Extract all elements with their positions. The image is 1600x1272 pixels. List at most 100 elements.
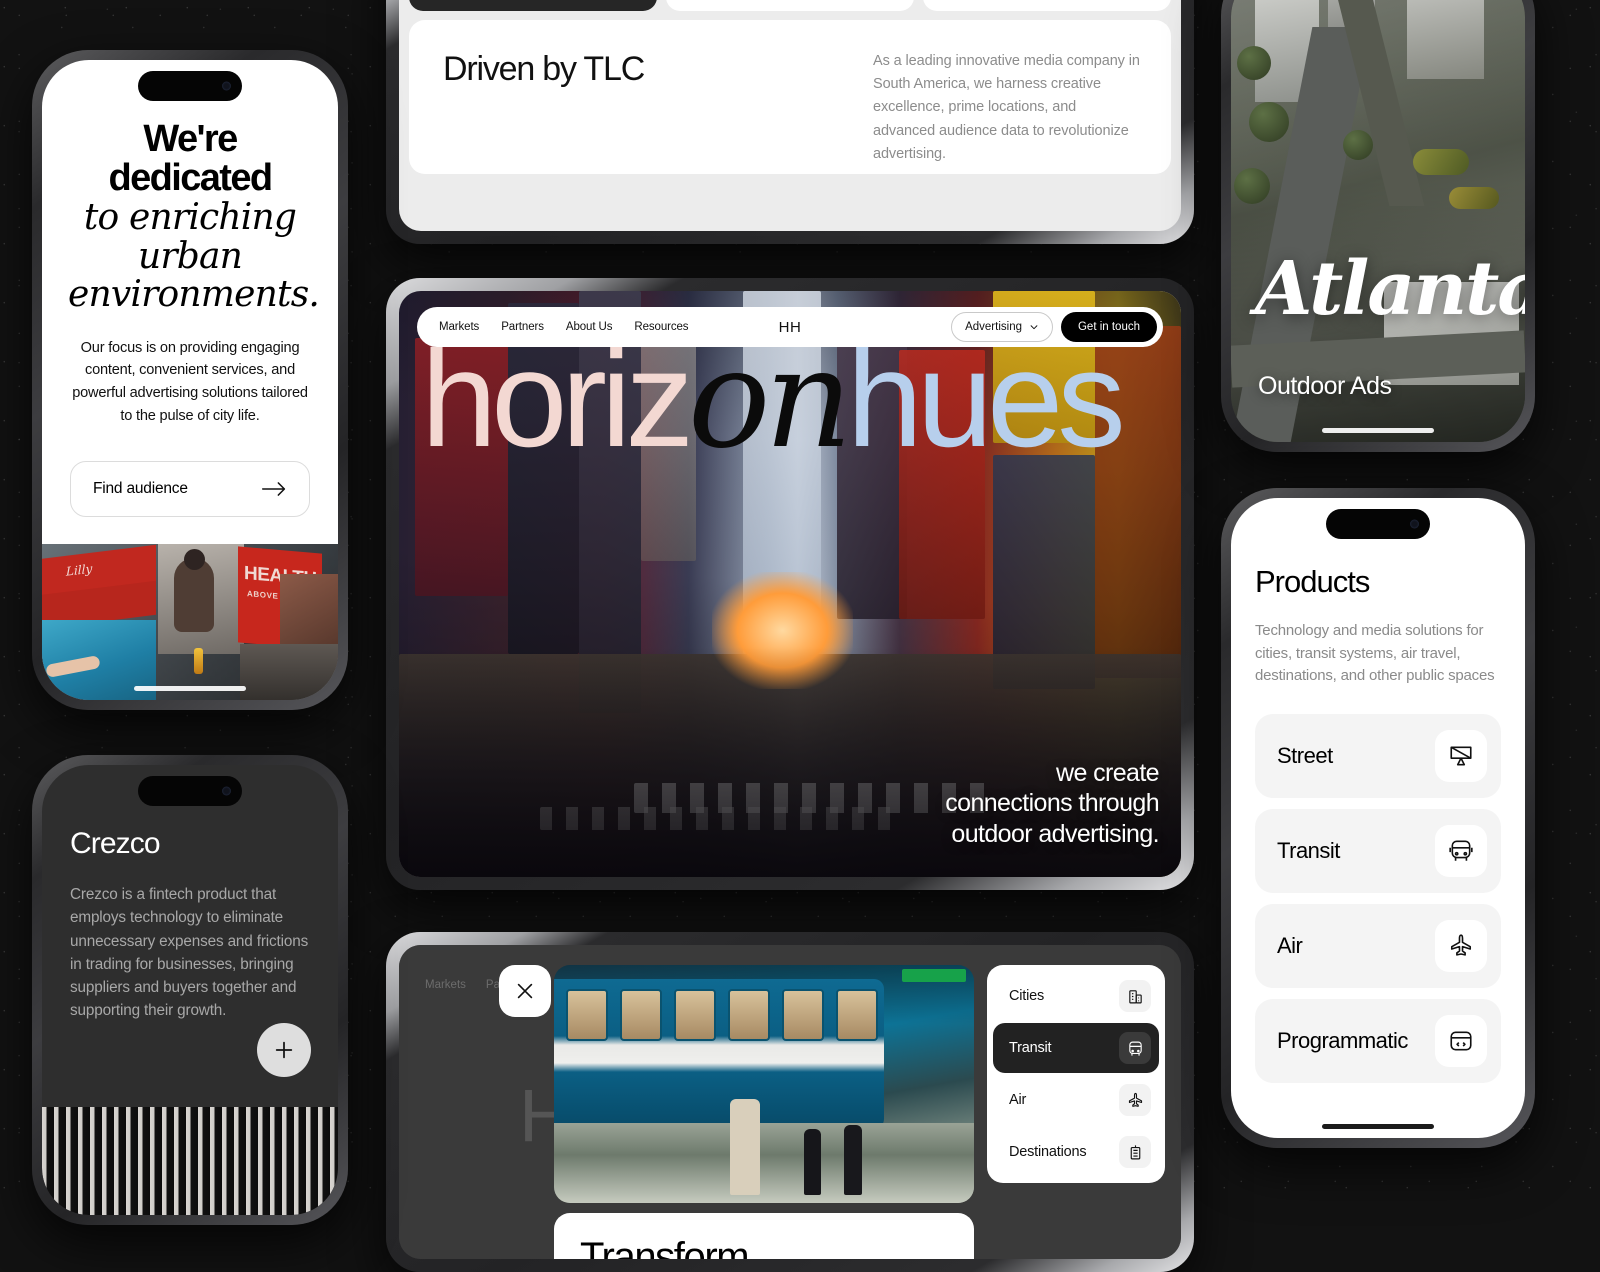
hero-headline: horizonhues — [421, 331, 1171, 468]
bus-icon — [1435, 824, 1487, 877]
menu-item-label: Air — [1009, 1092, 1027, 1108]
product-label: Programmatic — [1277, 1027, 1408, 1053]
tablet-hero-device: Markets Partners About Us Resources HH A… — [386, 278, 1194, 890]
subway-platform-photo — [554, 965, 974, 1203]
train — [554, 979, 884, 1129]
product-item-street[interactable]: Street — [1255, 713, 1501, 798]
hero-tagline: we create connections through outdoor ad… — [945, 758, 1159, 850]
tab-innovation[interactable]: Innovation — [923, 0, 1171, 11]
crezco-title: Crezco — [70, 827, 161, 860]
tablet-hero-screen: Markets Partners About Us Resources HH A… — [399, 291, 1181, 877]
phone-notch — [138, 71, 242, 101]
phone-atlanta-device: Atlanta Outdoor Ads — [1221, 0, 1535, 452]
products-content: Products Technology and media solutions … — [1231, 498, 1525, 1083]
product-label: Transit — [1277, 837, 1340, 863]
home-indicator — [134, 686, 246, 691]
products-list: Street Transit Air Programmatic — [1255, 713, 1501, 1083]
code-window-icon — [1435, 1014, 1487, 1067]
find-audience-button[interactable]: Find audience — [70, 461, 310, 518]
menu-item-transit[interactable]: Transit — [993, 1023, 1159, 1073]
airplane-icon — [1435, 919, 1487, 972]
hero-tagline-line3: outdoor advertising. — [951, 819, 1159, 848]
nav-link-partners[interactable]: Partners — [501, 321, 544, 333]
crezco-paragraph: Crezco is a fintech product that employs… — [70, 886, 309, 1020]
platform-floor — [554, 1123, 974, 1203]
phone-crezco-device: Crezco Crezco is a fintech product that … — [32, 755, 348, 1225]
product-item-transit[interactable]: Transit — [1255, 808, 1501, 893]
tab-panel: Driven by TLC As a leading innovative me… — [409, 20, 1171, 174]
building-icon — [1119, 980, 1151, 1012]
tab-audience[interactable]: Audience — [666, 0, 914, 11]
ghost-nav-markets: Markets — [425, 979, 466, 991]
chevron-down-icon — [1030, 325, 1038, 330]
menu-item-destinations[interactable]: Destinations — [993, 1127, 1159, 1177]
products-paragraph: Technology and media solutions for citie… — [1255, 622, 1495, 684]
phone-products-device: Products Technology and media solutions … — [1221, 488, 1535, 1148]
tablet-transform-device: Markets Partners H — [386, 932, 1194, 1272]
close-modal-button[interactable] — [499, 965, 551, 1017]
advertising-dropdown-label: Advertising — [965, 321, 1022, 333]
phone-atlanta-screen: Atlanta Outdoor Ads — [1231, 0, 1525, 442]
add-button[interactable] — [257, 1023, 311, 1077]
transform-card-body: Transform — [554, 1213, 974, 1259]
tablet-tabs-screen: Who we are Audience Innovation Driven by… — [399, 0, 1181, 231]
airplane-icon — [1119, 1084, 1151, 1116]
tablet-tabs-device: Who we are Audience Innovation Driven by… — [386, 0, 1194, 244]
dedicated-heading-serif: to enriching urban environments. — [68, 197, 320, 316]
striped-pattern — [42, 1107, 338, 1215]
menu-item-label: Transit — [1009, 1040, 1052, 1056]
transform-card: Transform — [554, 965, 974, 1259]
home-indicator — [1322, 428, 1434, 433]
billboard-icon — [1435, 729, 1487, 782]
panel-heading: Driven by TLC — [443, 50, 645, 88]
dedicated-paragraph: Our focus is on providing engaging conte… — [72, 339, 308, 424]
atlanta-subtitle: Outdoor Ads — [1258, 372, 1392, 400]
bus-icon — [1119, 1032, 1151, 1064]
home-indicator — [1322, 1124, 1434, 1129]
nav-link-about-us[interactable]: About Us — [566, 321, 613, 333]
pedestrian — [844, 1125, 862, 1195]
phone-notch — [1326, 509, 1430, 539]
advertising-dropdown[interactable]: Advertising — [951, 312, 1053, 342]
tab-bar: Who we are Audience Innovation — [409, 0, 1171, 11]
product-item-programmatic[interactable]: Programmatic — [1255, 998, 1501, 1083]
get-in-touch-button[interactable]: Get in touch — [1060, 312, 1157, 342]
nav-actions: Advertising Get in touch — [951, 312, 1157, 342]
pedestrian — [804, 1129, 821, 1195]
billboard-photo — [42, 544, 338, 700]
nav-link-markets[interactable]: Markets — [439, 321, 479, 333]
dedicated-content: We're dedicated to enriching urban envir… — [42, 60, 338, 518]
pedestrian — [730, 1099, 760, 1195]
get-in-touch-label: Get in touch — [1077, 321, 1140, 333]
menu-item-air[interactable]: Air — [993, 1075, 1159, 1125]
phone-notch — [138, 776, 242, 806]
landmark-icon — [1119, 1136, 1151, 1168]
product-label: Street — [1277, 742, 1333, 768]
phone-dedicated-device: We're dedicated to enriching urban envir… — [32, 50, 348, 710]
nav-link-resources[interactable]: Resources — [634, 321, 688, 333]
phone-crezco-screen: Crezco Crezco is a fintech product that … — [42, 765, 338, 1215]
product-item-air[interactable]: Air — [1255, 903, 1501, 988]
platform-sign — [902, 969, 966, 982]
category-menu: Cities Transit Air Destinations — [987, 965, 1165, 1183]
site-navigation-bar: Markets Partners About Us Resources HH A… — [417, 307, 1163, 347]
nav-links: Markets Partners About Us Resources — [439, 321, 689, 333]
plus-icon — [275, 1041, 293, 1059]
tab-who-we-are[interactable]: Who we are — [409, 0, 657, 11]
atlanta-title: Atlanta — [1255, 246, 1525, 332]
panel-paragraph: As a leading innovative media company in… — [873, 53, 1140, 162]
site-logo[interactable]: HH — [779, 319, 802, 336]
menu-item-label: Destinations — [1009, 1144, 1087, 1160]
tablet-transform-screen: Markets Partners H — [399, 945, 1181, 1259]
dedicated-heading-line2: dedicated — [108, 157, 274, 200]
hero-tagline-line1: we create — [1056, 758, 1160, 787]
dedicated-heading-line1: We're — [143, 118, 238, 160]
menu-item-cities[interactable]: Cities — [993, 971, 1159, 1021]
close-icon — [517, 983, 533, 999]
menu-item-label: Cities — [1009, 988, 1045, 1004]
transform-heading: Transform — [580, 1235, 750, 1259]
arrow-right-icon — [261, 482, 286, 497]
hero-tagline-line2: connections through — [945, 789, 1159, 817]
find-audience-label: Find audience — [93, 480, 188, 498]
phone-dedicated-screen: We're dedicated to enriching urban envir… — [42, 60, 338, 700]
